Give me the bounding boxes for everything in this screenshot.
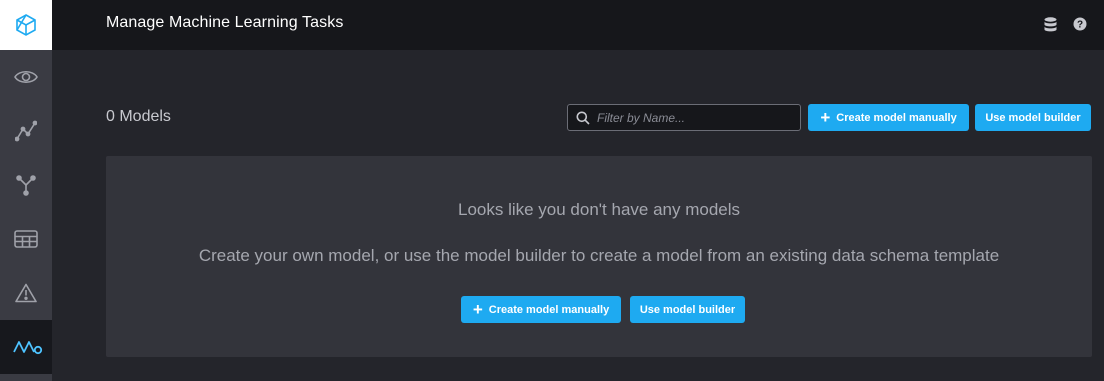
ml-icon: [12, 341, 42, 355]
app-root: Manage Machine Learning Tasks ? 0 Models: [0, 0, 1104, 381]
svg-text:?: ?: [1077, 20, 1083, 31]
logo[interactable]: [0, 0, 52, 50]
sidebar-item-overview[interactable]: [0, 50, 52, 104]
empty-state-title: Looks like you don't have any models: [457, 200, 741, 219]
graph-icon: [15, 120, 37, 142]
eye-icon: [14, 70, 38, 84]
empty-state-panel: Looks like you don't have any models Cre…: [106, 156, 1092, 357]
header: Manage Machine Learning Tasks ?: [52, 0, 1104, 50]
empty-create-model-manually-button[interactable]: + Create model manually: [461, 296, 621, 323]
plus-icon: +: [472, 299, 483, 319]
create-model-manually-label: Create model manually: [836, 111, 957, 124]
use-model-builder-label: Use model builder: [985, 111, 1081, 124]
search-icon: [576, 111, 590, 125]
empty-use-model-builder-button[interactable]: Use model builder: [630, 296, 745, 323]
help-icon: ?: [1073, 17, 1087, 31]
plus-icon: +: [820, 107, 831, 127]
filter-field[interactable]: [567, 104, 801, 131]
main-content: 0 Models + Create model manually Use mod…: [52, 50, 1104, 381]
empty-use-model-builder-label: Use model builder: [639, 303, 736, 316]
sidebar: [0, 0, 52, 381]
help-button[interactable]: ?: [1072, 15, 1088, 33]
empty-state-subtitle: Create your own model, or use the model …: [198, 246, 1000, 265]
sidebar-item-machine-learning[interactable]: [0, 320, 52, 374]
page-title: Manage Machine Learning Tasks: [106, 14, 344, 31]
use-model-builder-button[interactable]: Use model builder: [975, 104, 1091, 131]
warning-icon: [15, 283, 37, 303]
models-count: 0 Models: [106, 108, 171, 125]
sidebar-item-alerts[interactable]: [0, 266, 52, 320]
empty-create-model-manually-label: Create model manually: [488, 303, 610, 316]
filter-input[interactable]: [597, 110, 787, 125]
sidebar-item-analyze[interactable]: [0, 104, 52, 158]
sidebar-item-tables[interactable]: [0, 212, 52, 266]
database-button[interactable]: [1042, 15, 1058, 33]
sidebar-item-workflow[interactable]: [0, 158, 52, 212]
create-model-manually-button[interactable]: + Create model manually: [808, 104, 969, 131]
branch-icon: [16, 175, 36, 196]
database-icon: [1044, 16, 1056, 31]
table-icon: [14, 230, 38, 248]
logo-icon: [16, 14, 36, 36]
